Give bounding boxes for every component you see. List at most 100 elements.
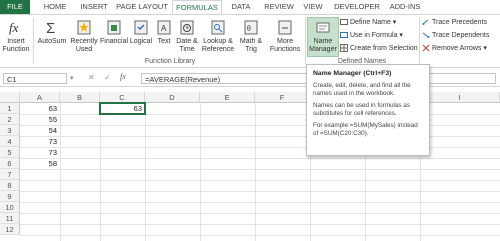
tab-page-layout[interactable]: PAGE LAYOUT xyxy=(116,0,168,14)
logical-label: Logical xyxy=(129,38,153,45)
cell-a5[interactable]: 73 xyxy=(20,147,60,158)
math-trig-label: Math & Trig xyxy=(239,38,263,53)
name-box-dropdown-icon[interactable]: ▾ xyxy=(70,74,74,82)
ribbon-tab-bar: FILE HOME INSERT PAGE LAYOUT FORMULAS DA… xyxy=(0,0,500,15)
name-manager-tooltip: Name Manager (Ctrl+F3) Create, edit, del… xyxy=(306,64,430,156)
remove-arrows-icon xyxy=(422,44,430,52)
grid-line xyxy=(255,103,256,241)
select-all-corner[interactable] xyxy=(0,92,20,103)
formula-tag-icon xyxy=(340,32,348,39)
star-book-icon xyxy=(77,20,91,35)
define-name-button[interactable]: Define Name ▾ xyxy=(340,18,396,28)
use-in-formula-label: Use in Formula xyxy=(350,32,398,39)
grid-line xyxy=(20,191,500,192)
create-from-selection-label: Create from Selection xyxy=(350,45,418,52)
column-header[interactable]: E xyxy=(200,92,255,103)
svg-text:Σ: Σ xyxy=(46,20,55,36)
grid-line xyxy=(20,169,500,170)
row-header[interactable]: 1 xyxy=(0,103,20,114)
logical-button[interactable]: Logical xyxy=(128,18,154,46)
trace-precedents-label: Trace Precedents xyxy=(432,19,487,26)
trace-dependents-button[interactable]: Trace Dependents xyxy=(422,31,489,41)
tab-home[interactable]: HOME xyxy=(38,0,72,14)
financial-button[interactable]: Financial xyxy=(100,18,128,46)
logical-book-icon xyxy=(134,20,148,35)
create-from-selection-button[interactable]: Create from Selection xyxy=(340,44,418,54)
tab-formulas[interactable]: FORMULAS xyxy=(172,0,222,14)
column-header[interactable]: F xyxy=(255,92,310,103)
cell-a3[interactable]: 54 xyxy=(20,125,60,136)
column-header[interactable]: A xyxy=(20,92,60,103)
row-header[interactable]: 10 xyxy=(0,202,20,213)
math-trig-button[interactable]: θ Math & Trig xyxy=(236,18,266,54)
svg-text:A: A xyxy=(161,24,167,33)
column-header[interactable]: D xyxy=(145,92,200,103)
grid-line xyxy=(20,158,500,159)
tab-review[interactable]: REVIEW xyxy=(262,0,296,14)
remove-arrows-button[interactable]: Remove Arrows ▾ xyxy=(422,44,487,54)
financial-book-icon xyxy=(107,20,121,35)
ribbon-divider xyxy=(33,18,34,64)
row-header[interactable]: 7 xyxy=(0,169,20,180)
svg-text:θ: θ xyxy=(247,24,251,33)
row-header[interactable]: 12 xyxy=(0,224,20,235)
row-header[interactable]: 5 xyxy=(0,147,20,158)
cell-a6[interactable]: 58 xyxy=(20,158,60,169)
tab-add-ins[interactable]: ADD-INS xyxy=(386,0,424,14)
autosum-label: AutoSum xyxy=(37,38,67,45)
lookup-reference-button[interactable]: Lookup & Reference xyxy=(200,18,236,54)
tab-view[interactable]: VIEW xyxy=(300,0,326,14)
define-name-label: Define Name xyxy=(350,19,391,26)
fx-icon: fx xyxy=(9,20,19,35)
tab-insert[interactable]: INSERT xyxy=(77,0,111,14)
trace-dependents-label: Trace Dependents xyxy=(432,32,490,39)
column-header[interactable]: B xyxy=(60,92,100,103)
insert-function-fx-icon[interactable]: fx xyxy=(120,72,126,81)
row-header[interactable]: 6 xyxy=(0,158,20,169)
tooltip-title: Name Manager (Ctrl+F3) xyxy=(313,70,392,77)
tab-data[interactable]: DATA xyxy=(226,0,256,14)
name-manager-label: Name Manager xyxy=(309,38,337,53)
autosum-button[interactable]: Σ AutoSum xyxy=(36,18,68,46)
use-in-formula-button[interactable]: Use in Formula ▾ xyxy=(340,31,403,41)
active-cell-border xyxy=(99,102,146,115)
trace-dependents-icon xyxy=(422,32,430,39)
row-header[interactable]: 3 xyxy=(0,125,20,136)
date-time-button[interactable]: Date & Time xyxy=(174,18,200,54)
row-header[interactable]: 9 xyxy=(0,191,20,202)
insert-function-button[interactable]: fx Insert Function xyxy=(2,18,30,54)
cancel-icon[interactable]: ✕ xyxy=(88,73,95,82)
row-header[interactable]: 8 xyxy=(0,180,20,191)
enter-check-icon[interactable]: ✓ xyxy=(104,73,111,82)
name-box[interactable]: C1 xyxy=(3,73,67,84)
cell-a1[interactable]: 63 xyxy=(20,103,60,114)
trace-arrow-icon xyxy=(422,19,429,26)
column-header[interactable]: I xyxy=(420,92,500,103)
recently-used-button[interactable]: Recently Used xyxy=(68,18,100,54)
text-functions-button[interactable]: A Text xyxy=(154,18,174,46)
name-manager-button[interactable]: Name Manager xyxy=(307,17,339,57)
more-functions-button[interactable]: More Functions xyxy=(266,18,304,54)
remove-arrows-label: Remove Arrows xyxy=(432,45,482,52)
more-functions-book-icon xyxy=(278,20,292,35)
row-header[interactable]: 4 xyxy=(0,136,20,147)
trace-precedents-button[interactable]: Trace Precedents xyxy=(422,18,487,28)
grid-line xyxy=(100,103,101,241)
tab-file[interactable]: FILE xyxy=(0,0,30,14)
ribbon-divider xyxy=(419,18,420,64)
financial-label: Financial xyxy=(100,38,129,45)
grid-line xyxy=(20,235,500,236)
grid-line xyxy=(60,103,61,241)
row-header[interactable]: 2 xyxy=(0,114,20,125)
tab-developer[interactable]: DEVELOPER xyxy=(334,0,380,14)
cell-a4[interactable]: 73 xyxy=(20,136,60,147)
svg-text:fx: fx xyxy=(9,20,19,35)
insert-function-label: Insert Function xyxy=(2,38,30,53)
grid-line xyxy=(145,103,146,241)
row-header[interactable]: 11 xyxy=(0,213,20,224)
lookup-reference-label: Lookup & Reference xyxy=(201,38,235,53)
cell-a2[interactable]: 55 xyxy=(20,114,60,125)
more-functions-label: More Functions xyxy=(269,38,301,53)
grid-line xyxy=(20,202,500,203)
recently-used-label: Recently Used xyxy=(70,38,98,53)
